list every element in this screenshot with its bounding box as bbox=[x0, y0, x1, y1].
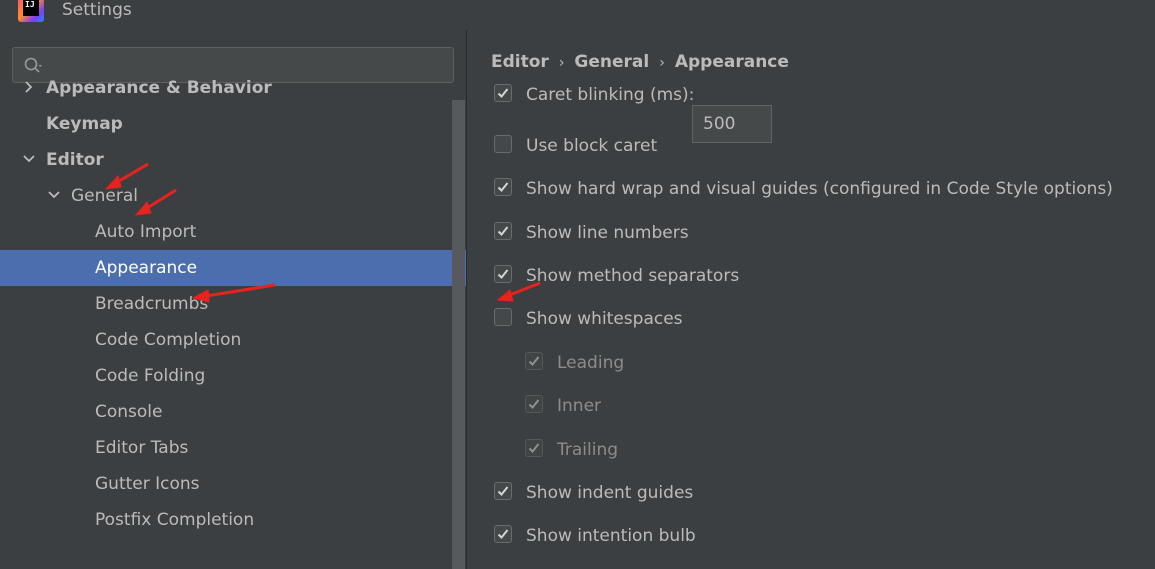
logo-text: IJ bbox=[23, 0, 39, 16]
tree-item-label: Editor Tabs bbox=[95, 438, 189, 458]
option-label: Trailing bbox=[557, 440, 619, 460]
breadcrumb-editor[interactable]: Editor bbox=[491, 52, 549, 72]
checkbox-unchecked[interactable] bbox=[494, 308, 512, 326]
tree-item-postfix-completion[interactable]: Postfix Completion bbox=[0, 502, 466, 538]
title-bar: IJ Settings bbox=[0, 0, 1155, 26]
option-label: Show intention bulb bbox=[526, 526, 696, 546]
tree-item-general[interactable]: General bbox=[0, 178, 466, 214]
tree-item-code-completion[interactable]: Code Completion bbox=[0, 322, 466, 358]
tree-scrollbar[interactable] bbox=[452, 100, 465, 569]
caret-blink-rate-field[interactable]: 500 bbox=[692, 105, 772, 143]
tree-item-label: Appearance & Behavior bbox=[46, 78, 272, 98]
option-label: Show method separators bbox=[526, 266, 740, 286]
tree-item-label: Console bbox=[95, 402, 163, 422]
breadcrumb-general[interactable]: General bbox=[574, 52, 649, 72]
checkbox-checked[interactable] bbox=[494, 482, 512, 500]
option-label: Use block caret bbox=[526, 136, 658, 156]
tree-item-editor-tabs[interactable]: Editor Tabs bbox=[0, 430, 466, 466]
checkmark-icon bbox=[497, 88, 509, 98]
chevron-down-icon[interactable] bbox=[47, 188, 61, 202]
tree-item-label: Editor bbox=[46, 150, 104, 170]
chevron-down-icon[interactable] bbox=[22, 152, 36, 166]
checkmark-icon bbox=[497, 226, 509, 236]
checkmark-icon bbox=[497, 182, 509, 192]
option-label: Show whitespaces bbox=[526, 309, 683, 329]
chevron-right-icon[interactable] bbox=[22, 80, 36, 94]
tree-item-label: Code Completion bbox=[95, 330, 242, 350]
checkbox-checked bbox=[525, 439, 543, 457]
tree-item-label: Postfix Completion bbox=[95, 510, 255, 530]
tree-item-appearance[interactable]: Appearance bbox=[0, 250, 466, 286]
checkmark-icon bbox=[497, 269, 509, 279]
checkbox-unchecked[interactable] bbox=[494, 135, 512, 153]
tree-item-label: Auto Import bbox=[95, 222, 197, 242]
option-label: Show indent guides bbox=[526, 483, 694, 503]
tree-item-gutter-icons[interactable]: Gutter Icons bbox=[0, 466, 466, 502]
tree-item-editor[interactable]: Editor bbox=[0, 142, 466, 178]
tree-item-label: Breadcrumbs bbox=[95, 294, 209, 314]
checkmark-icon bbox=[528, 356, 540, 366]
option-label: Show line numbers bbox=[526, 223, 689, 243]
breadcrumb-separator-icon: › bbox=[659, 55, 665, 71]
breadcrumb-appearance: Appearance bbox=[674, 52, 789, 72]
checkmark-icon bbox=[528, 399, 540, 409]
tree-item-label: Gutter Icons bbox=[95, 474, 200, 494]
checkbox-checked[interactable] bbox=[494, 525, 512, 543]
checkmark-icon bbox=[528, 443, 540, 453]
checkbox-checked[interactable] bbox=[494, 265, 512, 283]
option-label: Inner bbox=[557, 396, 602, 416]
tree-item-console[interactable]: Console bbox=[0, 394, 466, 430]
option-label: Show hard wrap and visual guides (config… bbox=[526, 179, 1113, 199]
settings-content-panel: Editor › General › Appearance Caret blinking… bbox=[467, 30, 1155, 569]
checkbox-checked bbox=[525, 352, 543, 370]
option-label: Leading bbox=[557, 353, 625, 373]
tree-item-appearance-behavior[interactable]: Appearance & Behavior bbox=[0, 70, 466, 106]
breadcrumb: Editor › General › Appearance bbox=[491, 52, 789, 72]
tree-item-auto-import[interactable]: Auto Import bbox=[0, 214, 466, 250]
tree-item-label: Keymap bbox=[46, 114, 123, 134]
option-label: Caret blinking (ms): bbox=[526, 85, 695, 105]
checkmark-icon bbox=[497, 529, 509, 539]
checkbox-checked[interactable] bbox=[494, 222, 512, 240]
tree-item-code-folding[interactable]: Code Folding bbox=[0, 358, 466, 394]
breadcrumb-separator-icon: › bbox=[558, 55, 565, 71]
window-title: Settings bbox=[62, 0, 132, 20]
intellij-logo-icon: IJ bbox=[18, 0, 44, 22]
checkbox-checked[interactable] bbox=[494, 178, 512, 196]
settings-tree-panel: Appearance & Behavior Keymap Editor General… bbox=[0, 30, 466, 569]
tree-item-label: General bbox=[71, 186, 138, 206]
checkmark-icon bbox=[497, 486, 509, 496]
tree-item-breadcrumbs[interactable]: Breadcrumbs bbox=[0, 286, 466, 322]
tree-item-keymap[interactable]: Keymap bbox=[0, 106, 466, 142]
tree-item-label: Code Folding bbox=[95, 366, 206, 386]
checkbox-checked bbox=[525, 395, 543, 413]
checkbox-checked[interactable] bbox=[494, 84, 512, 102]
tree-item-label: Appearance bbox=[95, 258, 198, 278]
